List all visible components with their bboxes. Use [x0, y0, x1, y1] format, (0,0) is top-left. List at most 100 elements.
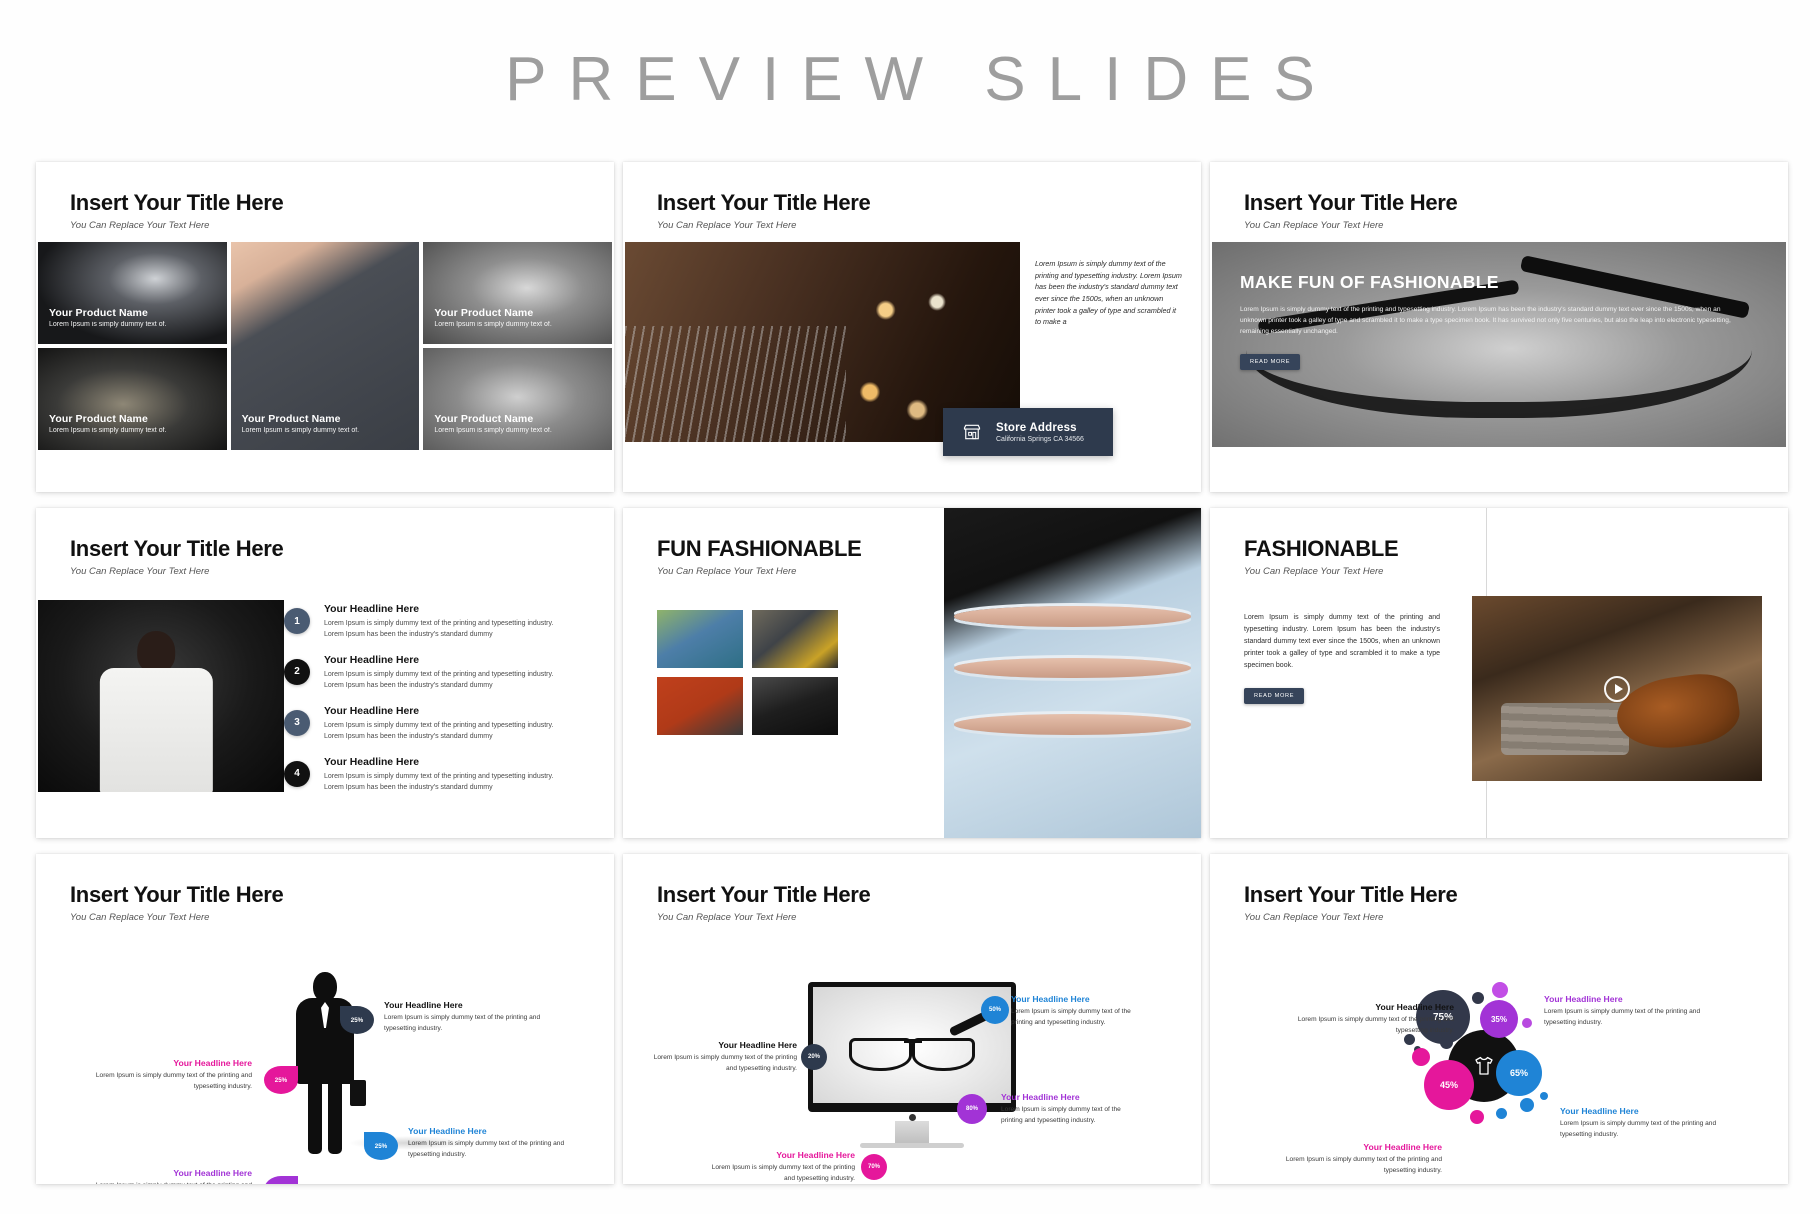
thumbnail[interactable] — [752, 677, 838, 735]
callout-marker[interactable]: 50% — [981, 996, 1009, 1024]
bubble-dot — [1440, 1036, 1453, 1049]
thumbnail[interactable] — [752, 610, 838, 668]
list-body: Lorem Ipsum is simply dummy text of the … — [324, 721, 554, 740]
list-item[interactable]: 3 Your Headline Here Lorem Ipsum is simp… — [284, 706, 600, 742]
denim-rips — [944, 581, 1201, 838]
preview-slides-page: PREVIEW SLIDES Insert Your Title Here Yo… — [0, 0, 1820, 1214]
read-more-button[interactable]: READ MORE — [1244, 688, 1305, 704]
bubble-dot — [1412, 1048, 1430, 1066]
slide-4[interactable]: Insert Your Title Here You Can Replace Y… — [36, 508, 614, 838]
slide-3-header: Insert Your Title Here You Can Replace Y… — [1210, 162, 1788, 231]
slide-3[interactable]: Insert Your Title Here You Can Replace Y… — [1210, 162, 1788, 492]
callout-headline: Your Headline Here — [173, 1058, 252, 1068]
slide-7-header: Insert Your Title Here You Can Replace Y… — [36, 854, 614, 923]
monitor-base — [860, 1143, 964, 1148]
product-caption: Your Product Name Lorem Ipsum is simply … — [434, 413, 551, 434]
bubble-percent: 45% — [1439, 1080, 1458, 1090]
bubble-35[interactable]: 35% — [1480, 1000, 1518, 1038]
list-number: 2 — [284, 658, 310, 685]
read-more-wrap: READ MORE — [1244, 684, 1305, 704]
callout-marker[interactable]: 25% — [264, 1066, 298, 1094]
play-icon[interactable] — [1604, 675, 1630, 702]
bubble-dot — [1496, 1108, 1507, 1119]
callout-text: Your Headline Here Lorem Ipsum is simply… — [1560, 1106, 1736, 1140]
callout-marker[interactable]: 25% — [364, 1132, 398, 1160]
numbered-list: 1 Your Headline Here Lorem Ipsum is simp… — [284, 604, 600, 808]
callout-body: Lorem Ipsum is simply dummy text of the … — [1560, 1120, 1717, 1138]
slide-6-title: FASHIONABLE — [1244, 536, 1399, 561]
product-tile[interactable]: Your Product Name Lorem Ipsum is simply … — [230, 242, 420, 450]
list-item-text: Your Headline Here Lorem Ipsum is simply… — [324, 655, 556, 691]
callout-percent: 70% — [867, 1164, 880, 1170]
slide-2-body: Lorem Ipsum is simply dummy text of the … — [1035, 259, 1182, 327]
thumbnail[interactable] — [657, 610, 743, 668]
bubble-45[interactable]: 45% — [1424, 1060, 1474, 1110]
slide-6-header: FASHIONABLE You Can Replace Your Text He… — [1210, 508, 1788, 577]
callout-marker[interactable]: 20% — [801, 1044, 827, 1070]
slide-4-header: Insert Your Title Here You Can Replace Y… — [36, 508, 614, 577]
slide-5[interactable]: FUN FASHIONABLE You Can Replace Your Tex… — [623, 508, 1201, 838]
slide-9[interactable]: Insert Your Title Here You Can Replace Y… — [1210, 854, 1788, 1184]
slide-8[interactable]: Insert Your Title Here You Can Replace Y… — [623, 854, 1201, 1184]
product-name: Your Product Name — [434, 307, 534, 319]
list-item[interactable]: 1 Your Headline Here Lorem Ipsum is simp… — [284, 604, 600, 640]
callout-marker[interactable]: 70% — [861, 1154, 887, 1180]
clothes-rack-image — [625, 326, 847, 442]
product-caption: Your Product Name Lorem Ipsum is simply … — [49, 413, 166, 434]
list-headline: Your Headline Here — [324, 654, 420, 666]
callout-body: Lorem Ipsum is simply dummy text of the … — [384, 1014, 541, 1032]
callout-body: Lorem Ipsum is simply dummy text of the … — [1001, 1106, 1121, 1124]
list-number: 4 — [284, 760, 310, 787]
product-desc: Lorem Ipsum is simply dummy text of. — [49, 427, 167, 434]
slides-grid: Insert Your Title Here You Can Replace Y… — [36, 162, 1788, 1184]
list-item-text: Your Headline Here Lorem Ipsum is simply… — [324, 757, 556, 793]
banner-heading: MAKE FUN OF FASHIONABLE — [1240, 272, 1499, 292]
callout-marker[interactable]: 25% — [264, 1176, 298, 1184]
product-tile[interactable]: Your Product Name Lorem Ipsum is simply … — [423, 242, 612, 344]
store-icon — [963, 424, 981, 440]
product-desc: Lorem Ipsum is simply dummy text of. — [434, 427, 552, 434]
product-tile[interactable]: Your Product Name Lorem Ipsum is simply … — [38, 242, 227, 344]
callout-percent: 25% — [274, 1076, 288, 1084]
bubble-65[interactable]: 65% — [1496, 1050, 1542, 1096]
figure-leg-right — [328, 1076, 342, 1154]
list-headline: Your Headline Here — [324, 756, 420, 768]
callout-body: Lorem Ipsum is simply dummy text of the … — [1297, 1016, 1454, 1034]
callout-text: Your Headline Here Lorem Ipsum is simply… — [1278, 1002, 1454, 1036]
person-head — [136, 630, 176, 673]
callout-headline: Your Headline Here — [1560, 1106, 1639, 1116]
callout-headline: Your Headline Here — [1544, 994, 1623, 1004]
list-headline: Your Headline Here — [324, 705, 420, 717]
slide-6[interactable]: FASHIONABLE You Can Replace Your Text He… — [1210, 508, 1788, 838]
list-item[interactable]: 4 Your Headline Here Lorem Ipsum is simp… — [284, 757, 600, 793]
slide-1[interactable]: Insert Your Title Here You Can Replace Y… — [36, 162, 614, 492]
thumbnail[interactable] — [657, 677, 743, 735]
callout-marker[interactable]: 25% — [340, 1006, 374, 1034]
callout-text: Your Headline Here Lorem Ipsum is simply… — [1001, 1092, 1143, 1126]
slide-7[interactable]: Insert Your Title Here You Can Replace Y… — [36, 854, 614, 1184]
product-name: Your Product Name — [434, 413, 534, 425]
store-address-card[interactable]: Store Address California Springs CA 3456… — [943, 408, 1113, 456]
slide-2[interactable]: Insert Your Title Here You Can Replace Y… — [623, 162, 1201, 492]
product-desc: Lorem Ipsum is simply dummy text of. — [434, 321, 552, 328]
list-item[interactable]: 2 Your Headline Here Lorem Ipsum is simp… — [284, 655, 600, 691]
read-more-button[interactable]: READ MORE — [1240, 354, 1301, 370]
monitor-logo-dot — [908, 1114, 916, 1121]
bubble-percent: 65% — [1509, 1068, 1528, 1078]
callout-percent: 25% — [350, 1016, 364, 1024]
product-tile[interactable]: Your Product Name Lorem Ipsum is simply … — [423, 348, 612, 450]
list-item-text: Your Headline Here Lorem Ipsum is simply… — [324, 706, 556, 742]
callout-body: Lorem Ipsum is simply dummy text of the … — [95, 1072, 252, 1090]
product-tile[interactable]: Your Product Name Lorem Ipsum is simply … — [38, 348, 227, 450]
callout-headline: Your Headline Here — [384, 1000, 463, 1010]
callout-headline: Your Headline Here — [1363, 1142, 1442, 1152]
slide-1-subtitle: You Can Replace Your Text Here — [70, 220, 210, 231]
slide-1-header: Insert Your Title Here You Can Replace Y… — [36, 162, 614, 231]
callout-marker[interactable]: 80% — [957, 1094, 987, 1124]
tshirt-icon — [1475, 1056, 1493, 1075]
callout-text: Your Headline Here Lorem Ipsum is simply… — [1544, 994, 1722, 1028]
slide-8-title: Insert Your Title Here — [657, 882, 871, 907]
portrait-image — [38, 600, 284, 792]
slide-9-header: Insert Your Title Here You Can Replace Y… — [1210, 854, 1788, 923]
list-body: Lorem Ipsum is simply dummy text of the … — [324, 670, 554, 690]
